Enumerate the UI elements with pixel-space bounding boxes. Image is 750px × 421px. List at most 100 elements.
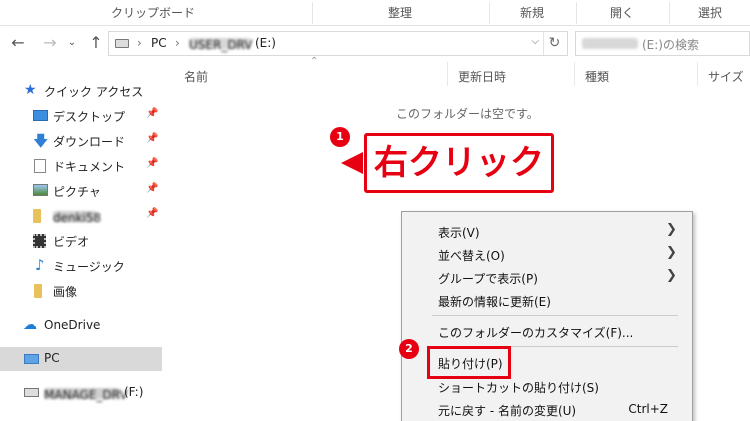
sidebar-item-images[interactable]: 画像 <box>0 279 162 303</box>
search-placeholder: (E:)の検索 <box>642 38 699 52</box>
breadcrumb-drive-label-redacted[interactable]: USER_DRV <box>189 38 252 52</box>
menu-item-view[interactable]: 表示(V) ❯ <box>402 220 692 243</box>
sidebar-item-onedrive[interactable]: ☁ OneDrive <box>0 314 162 338</box>
step-2-badge: 2 <box>399 339 419 359</box>
submenu-chevron-icon: ❯ <box>666 268 677 283</box>
ribbon-group-open[interactable]: 開く <box>576 0 668 26</box>
download-arrow-icon: 🡇 <box>33 132 49 150</box>
sidebar-item-label: 画像 <box>53 285 78 299</box>
sidebar-item-label: ミュージック <box>53 260 125 274</box>
sidebar-item-documents[interactable]: ドキュメント 📌 <box>0 154 162 178</box>
music-note-icon: ♪ <box>35 256 45 274</box>
folder-icon <box>34 284 42 298</box>
navigation-pane: ★ クイック アクセス デスクトップ 📌 🡇 ダウンロード 📌 ドキュメント 📌… <box>0 62 162 421</box>
ribbon-group-clipboard[interactable]: クリップボード <box>60 0 246 26</box>
sidebar-item-quick-access[interactable]: ★ クイック アクセス <box>0 79 162 103</box>
paste-highlight-box <box>427 346 511 379</box>
ribbon-group-labels: クリップボード 整理 新規 開く 選択 <box>0 0 750 26</box>
column-header-type[interactable]: 種類 <box>585 68 609 85</box>
folder-icon <box>33 209 41 223</box>
address-dropdown-icon[interactable]: ⌵ <box>531 36 539 47</box>
pin-icon[interactable]: 📌 <box>146 208 158 219</box>
sidebar-item-desktop[interactable]: デスクトップ 📌 <box>0 104 162 128</box>
menu-item-customize-folder[interactable]: このフォルダーのカスタマイズ(F)... <box>402 320 692 343</box>
menu-separator <box>432 315 678 316</box>
up-arrow-icon[interactable]: ↑ <box>86 32 106 54</box>
column-header-name[interactable]: 名前 <box>184 68 208 85</box>
sidebar-item-label: OneDrive <box>44 318 101 332</box>
menu-item-group-by[interactable]: グループで表示(P) ❯ <box>402 266 692 289</box>
pin-icon[interactable]: 📌 <box>146 158 158 169</box>
breadcrumb-separator-icon: › <box>175 36 180 50</box>
callout-pointer-arrow <box>341 152 363 174</box>
refresh-icon[interactable]: ↻ <box>543 32 565 55</box>
menu-item-shortcut: Ctrl+Z <box>628 402 668 416</box>
video-icon <box>33 234 46 248</box>
drive-icon <box>24 388 39 397</box>
menu-item-label: このフォルダーのカスタマイズ(F)... <box>438 326 634 340</box>
sidebar-item-label-redacted: denki58 <box>53 211 102 225</box>
sidebar-item-redacted-folder[interactable]: denki58 📌 <box>0 204 162 228</box>
ribbon-group-new[interactable]: 新規 <box>489 0 575 26</box>
cloud-icon: ☁ <box>23 317 37 333</box>
menu-item-sort-by[interactable]: 並べ替え(O) ❯ <box>402 243 692 266</box>
callout-text: 右クリック <box>374 143 544 183</box>
sidebar-item-label-redacted: MANAGE_DRV <box>44 388 128 402</box>
sidebar-item-label: デスクトップ <box>53 110 126 124</box>
menu-item-label: 並べ替え(O) <box>438 249 505 263</box>
step-1-badge: 1 <box>330 127 350 147</box>
breadcrumb-separator-icon: › <box>137 36 142 50</box>
menu-item-label: ショートカットの貼り付け(S) <box>438 381 599 395</box>
submenu-chevron-icon: ❯ <box>666 222 677 237</box>
ribbon-group-select[interactable]: 選択 <box>670 0 750 26</box>
menu-item-label: 表示(V) <box>438 226 480 240</box>
back-arrow-icon[interactable]: ← <box>8 32 28 54</box>
column-divider[interactable] <box>697 62 698 86</box>
breadcrumb-pc[interactable]: PC <box>151 36 167 50</box>
sidebar-item-label: ピクチャ <box>53 185 101 199</box>
ribbon-group-organize[interactable]: 整理 <box>312 0 488 26</box>
drive-icon <box>115 39 129 48</box>
navigation-bar: ← → ⌄ ↑ › PC › USER_DRV (E:) ⌵ ↻ (E:)の検索 <box>0 28 750 58</box>
context-menu: 表示(V) ❯ 並べ替え(O) ❯ グループで表示(P) ❯ 最新の情報に更新(… <box>401 211 693 421</box>
column-divider[interactable] <box>447 62 448 86</box>
menu-item-label: 元に戻す - 名前の変更(U) <box>438 404 577 418</box>
search-box[interactable]: (E:)の検索 <box>575 31 750 56</box>
sidebar-item-manage-drive[interactable]: MANAGE_DRV (F:) <box>0 381 162 405</box>
sidebar-item-label: PC <box>44 351 60 365</box>
computer-icon <box>24 354 39 364</box>
address-bar[interactable]: › PC › USER_DRV (E:) ⌵ ↻ <box>108 31 568 56</box>
sidebar-item-drive-letter: (F:) <box>124 385 144 399</box>
pictures-icon <box>33 184 48 196</box>
column-header-row: ⌃ 名前 更新日時 種類 サイズ <box>162 56 750 88</box>
sidebar-item-downloads[interactable]: 🡇 ダウンロード 📌 <box>0 129 162 153</box>
pin-icon[interactable]: 📌 <box>146 183 158 194</box>
menu-item-label: 最新の情報に更新(E) <box>438 295 551 309</box>
document-icon <box>34 159 46 173</box>
recent-locations-chevron-icon[interactable]: ⌄ <box>62 32 82 54</box>
sidebar-item-label: ドキュメント <box>53 160 126 174</box>
sidebar-item-label: ダウンロード <box>53 135 126 149</box>
sidebar-item-videos[interactable]: ビデオ <box>0 229 162 253</box>
sort-ascending-icon: ⌃ <box>310 56 319 67</box>
pin-icon[interactable]: 📌 <box>146 133 158 144</box>
menu-item-refresh[interactable]: 最新の情報に更新(E) <box>402 289 692 312</box>
menu-item-label: グループで表示(P) <box>438 272 538 286</box>
desktop-icon <box>33 110 48 121</box>
column-divider[interactable] <box>574 62 575 86</box>
sidebar-item-pictures[interactable]: ピクチャ 📌 <box>0 179 162 203</box>
menu-item-undo-rename[interactable]: 元に戻す - 名前の変更(U) Ctrl+Z <box>402 398 692 421</box>
search-drive-label-redacted <box>582 38 638 49</box>
star-icon: ★ <box>24 82 37 98</box>
pin-icon[interactable]: 📌 <box>146 108 158 119</box>
sidebar-item-pc[interactable]: PC <box>0 347 162 371</box>
sidebar-item-music[interactable]: ♪ ミュージック <box>0 254 162 278</box>
breadcrumb-drive-letter[interactable]: (E:) <box>255 36 276 50</box>
column-header-modified[interactable]: 更新日時 <box>458 68 506 85</box>
column-header-size[interactable]: サイズ <box>708 68 744 85</box>
sidebar-item-label: ビデオ <box>53 235 90 249</box>
submenu-chevron-icon: ❯ <box>666 245 677 260</box>
empty-folder-message: このフォルダーは空です。 <box>396 107 539 121</box>
sidebar-item-label: クイック アクセス <box>44 85 144 99</box>
forward-arrow-icon[interactable]: → <box>40 32 60 54</box>
